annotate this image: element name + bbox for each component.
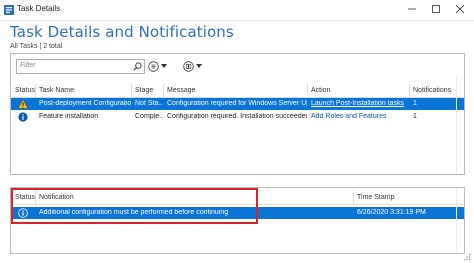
task-row[interactable]: Post-deployment Configuration Not Sta...… (11, 98, 464, 110)
task-notifications-count: 1 (413, 100, 417, 107)
minimize-icon (408, 8, 416, 10)
list-options-icon (148, 60, 159, 72)
tasks-header-row: Status Task Name Stage Message Action No… (11, 84, 464, 98)
notification-timestamp: 6/26/2020 3:31:19 PM (357, 209, 426, 216)
task-notifications-count: 1 (413, 113, 417, 120)
highlight-box (11, 188, 258, 224)
launch-post-installation-link[interactable]: Launch Post-Installation tasks (311, 100, 409, 107)
window-title: Task Details (17, 4, 61, 13)
notifications-scrollbar[interactable] (456, 188, 464, 253)
resize-grip-icon[interactable] (463, 253, 471, 261)
chevron-down-icon (161, 63, 167, 68)
search-icon[interactable] (133, 62, 142, 71)
filter-placeholder: Filter (20, 62, 36, 69)
query-options-button[interactable] (148, 60, 167, 72)
task-name: Feature installation (39, 113, 99, 120)
task-message: Configuration required for Windows Serve… (167, 100, 307, 107)
column-header-status[interactable]: Status (15, 87, 35, 94)
maximize-icon (432, 5, 440, 13)
column-header-message[interactable]: Message (167, 87, 195, 94)
task-stage: Not Sta... (135, 100, 163, 107)
column-options-button[interactable] (183, 60, 202, 72)
column-header-action[interactable]: Action (311, 87, 330, 94)
columns-icon (183, 60, 194, 72)
app-icon (4, 5, 14, 15)
column-header-stage[interactable]: Stage (135, 87, 153, 94)
filter-input[interactable]: Filter (16, 59, 145, 74)
task-name: Post-deployment Configuration (39, 100, 131, 107)
title-bar: Task Details (0, 0, 474, 21)
maximize-button[interactable] (428, 2, 444, 16)
minimize-button[interactable] (404, 2, 420, 16)
close-icon (456, 5, 464, 13)
tasks-panel: Filter Status Task Name Stage Message Ac… (10, 53, 465, 175)
column-header-task-name[interactable]: Task Name (39, 87, 74, 94)
page-title: Task Details and Notifications (10, 23, 234, 41)
task-stage: Comple... (135, 113, 163, 120)
chevron-down-icon (196, 63, 202, 68)
info-icon (18, 112, 28, 122)
task-row[interactable]: Feature installation Comple... Configura… (11, 111, 464, 123)
close-button[interactable] (452, 2, 468, 16)
column-header-time-stamp[interactable]: Time Stamp (357, 194, 394, 201)
add-roles-features-link[interactable]: Add Roles and Features (311, 113, 409, 120)
task-message: Configuration required. Installation suc… (167, 113, 307, 120)
task-count: All Tasks | 2 total (10, 43, 63, 50)
tasks-scrollbar[interactable] (456, 76, 464, 174)
column-header-notifications[interactable]: Notifications (413, 87, 451, 94)
warning-icon (18, 99, 28, 109)
